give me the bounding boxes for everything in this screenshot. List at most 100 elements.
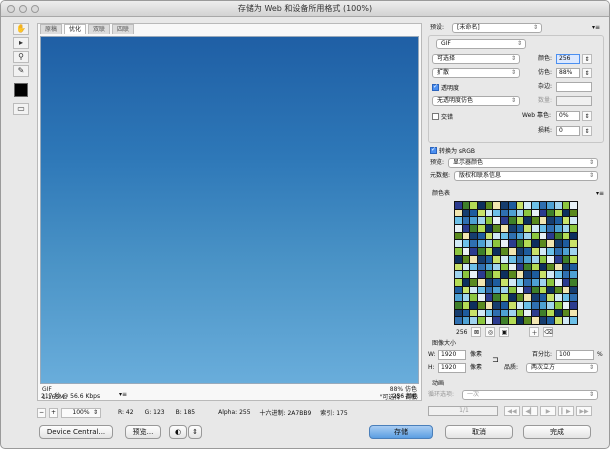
color-swatch[interactable] bbox=[562, 317, 570, 324]
metadata-select[interactable]: 版权和联系信息 bbox=[454, 171, 598, 181]
color-swatch[interactable] bbox=[516, 263, 524, 271]
color-swatch[interactable] bbox=[485, 202, 493, 209]
color-swatch[interactable] bbox=[516, 217, 524, 225]
color-swatch[interactable] bbox=[485, 294, 493, 301]
color-swatch[interactable] bbox=[547, 278, 554, 286]
color-swatch[interactable] bbox=[470, 263, 478, 271]
preview-in-browser-button[interactable]: 预览... bbox=[125, 425, 161, 439]
color-swatch[interactable] bbox=[501, 209, 508, 217]
color-swatch[interactable] bbox=[478, 294, 485, 301]
color-swatch[interactable] bbox=[554, 286, 562, 294]
color-swatch[interactable] bbox=[485, 263, 493, 271]
color-swatch[interactable] bbox=[508, 294, 516, 301]
color-swatch[interactable] bbox=[554, 309, 562, 317]
color-swatch[interactable] bbox=[531, 232, 539, 240]
color-swatch[interactable] bbox=[508, 271, 516, 278]
color-swatch[interactable] bbox=[562, 217, 570, 225]
color-swatch[interactable] bbox=[470, 317, 478, 324]
color-swatch[interactable] bbox=[455, 240, 462, 248]
color-swatch[interactable] bbox=[539, 271, 547, 278]
color-swatch[interactable] bbox=[508, 317, 516, 324]
color-swatch[interactable] bbox=[516, 255, 524, 263]
color-swatch[interactable] bbox=[524, 202, 531, 209]
color-swatch[interactable] bbox=[501, 240, 508, 248]
color-swatch[interactable] bbox=[539, 278, 547, 286]
color-swatch[interactable] bbox=[570, 263, 577, 271]
color-swatch[interactable] bbox=[539, 309, 547, 317]
color-swatch[interactable] bbox=[485, 286, 493, 294]
color-swatch[interactable] bbox=[478, 309, 485, 317]
web-snap-stepper-icon[interactable]: ⇕ bbox=[582, 111, 592, 121]
cancel-button[interactable]: 取消 bbox=[445, 425, 513, 439]
lossy-stepper-icon[interactable]: ⇕ bbox=[582, 126, 592, 136]
color-swatch[interactable] bbox=[501, 217, 508, 225]
color-swatch[interactable] bbox=[547, 271, 554, 278]
color-swatch[interactable] bbox=[554, 263, 562, 271]
color-swatch[interactable] bbox=[501, 317, 508, 324]
zoom-out-icon[interactable]: − bbox=[37, 407, 46, 418]
tab-original[interactable]: 原稿 bbox=[40, 24, 63, 34]
colors-input[interactable]: 256 bbox=[556, 54, 580, 64]
slice-select-tool-icon[interactable]: ▸ bbox=[13, 37, 29, 49]
color-swatch[interactable] bbox=[531, 271, 539, 278]
color-swatch[interactable] bbox=[562, 232, 570, 240]
color-swatch[interactable] bbox=[485, 217, 493, 225]
color-swatch[interactable] bbox=[570, 294, 577, 301]
color-swatch[interactable] bbox=[554, 240, 562, 248]
color-swatch[interactable] bbox=[470, 248, 478, 255]
color-swatch[interactable] bbox=[570, 309, 577, 317]
color-swatch[interactable] bbox=[516, 225, 524, 232]
color-swatch[interactable] bbox=[485, 255, 493, 263]
color-swatch[interactable] bbox=[493, 263, 501, 271]
color-swatch[interactable] bbox=[539, 202, 547, 209]
color-swatch[interactable] bbox=[562, 294, 570, 301]
color-swatch[interactable] bbox=[547, 209, 554, 217]
color-swatch[interactable] bbox=[570, 225, 577, 232]
tab-4-up[interactable]: 四联 bbox=[112, 24, 135, 34]
color-swatch[interactable] bbox=[501, 294, 508, 301]
color-swatch[interactable] bbox=[516, 301, 524, 309]
color-swatch[interactable] bbox=[478, 232, 485, 240]
color-swatch[interactable] bbox=[539, 217, 547, 225]
color-swatch[interactable] bbox=[531, 240, 539, 248]
color-swatch[interactable] bbox=[485, 301, 493, 309]
color-swatch[interactable] bbox=[547, 248, 554, 255]
color-swatch[interactable] bbox=[531, 217, 539, 225]
color-swatch[interactable] bbox=[539, 301, 547, 309]
color-swatch[interactable] bbox=[478, 225, 485, 232]
color-swatch[interactable] bbox=[554, 294, 562, 301]
color-swatch[interactable] bbox=[478, 271, 485, 278]
color-swatch[interactable] bbox=[524, 232, 531, 240]
color-swatch[interactable] bbox=[531, 225, 539, 232]
color-swatch[interactable] bbox=[485, 271, 493, 278]
color-swatch[interactable] bbox=[554, 225, 562, 232]
color-swatch[interactable] bbox=[462, 317, 470, 324]
transparency-dither-select[interactable]: 无透明度仿色 bbox=[432, 96, 520, 106]
color-swatch[interactable] bbox=[554, 278, 562, 286]
panel-menu-icon[interactable]: ▾≡ bbox=[592, 23, 600, 33]
color-swatch[interactable] bbox=[531, 309, 539, 317]
color-swatch[interactable] bbox=[562, 225, 570, 232]
color-swatch[interactable] bbox=[470, 232, 478, 240]
color-swatch[interactable] bbox=[493, 286, 501, 294]
color-swatch[interactable] bbox=[485, 309, 493, 317]
color-swatch[interactable] bbox=[508, 255, 516, 263]
tab-2-up[interactable]: 双联 bbox=[88, 24, 111, 34]
color-swatch[interactable] bbox=[516, 309, 524, 317]
color-swatch[interactable] bbox=[508, 286, 516, 294]
color-swatch[interactable] bbox=[501, 286, 508, 294]
color-swatch[interactable] bbox=[501, 301, 508, 309]
color-swatch[interactable] bbox=[570, 278, 577, 286]
color-swatch[interactable] bbox=[531, 278, 539, 286]
transparency-checkbox[interactable]: 透明度 bbox=[432, 82, 459, 92]
color-swatch[interactable] bbox=[562, 309, 570, 317]
color-swatch[interactable] bbox=[455, 209, 462, 217]
color-swatch[interactable] bbox=[462, 248, 470, 255]
color-swatch[interactable] bbox=[562, 271, 570, 278]
color-swatch[interactable] bbox=[508, 301, 516, 309]
color-swatch[interactable] bbox=[478, 263, 485, 271]
color-swatch[interactable] bbox=[478, 209, 485, 217]
color-swatch[interactable] bbox=[501, 255, 508, 263]
color-swatch[interactable] bbox=[554, 232, 562, 240]
color-swatch[interactable] bbox=[493, 278, 501, 286]
